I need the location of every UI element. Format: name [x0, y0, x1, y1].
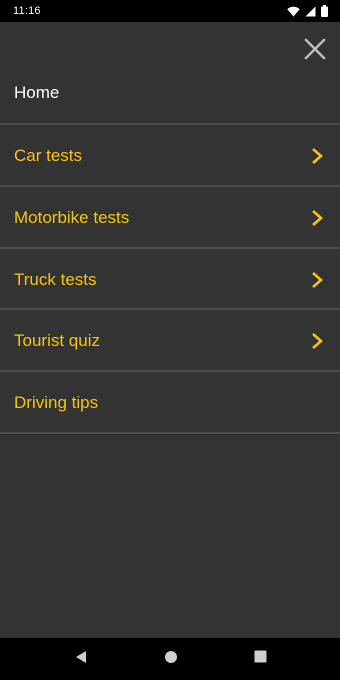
menu-item-truck-tests[interactable]: Truck tests — [0, 249, 340, 311]
battery-icon — [321, 5, 328, 17]
wifi-icon — [287, 6, 300, 17]
menu-item-tourist-quiz[interactable]: Tourist quiz — [0, 310, 340, 372]
menu-item-driving-tips[interactable]: Driving tips — [0, 372, 340, 434]
status-time: 11:16 — [13, 5, 41, 17]
menu-item-label: Home — [14, 83, 60, 102]
chevron-right-icon — [312, 333, 323, 349]
menu-item-car-tests[interactable]: Car tests — [0, 125, 340, 187]
close-button[interactable] — [302, 36, 328, 62]
menu-item-label: Tourist quiz — [14, 331, 100, 350]
chevron-right-icon — [312, 272, 323, 288]
signal-icon — [305, 6, 316, 17]
chevron-right-icon — [312, 210, 323, 226]
recents-icon — [254, 650, 266, 663]
status-bar: 11:16 — [0, 0, 340, 22]
menu-item-motorbike-tests[interactable]: Motorbike tests — [0, 187, 340, 249]
close-icon — [304, 38, 326, 60]
system-nav-bar — [0, 638, 340, 680]
menu-item-label: Car tests — [14, 146, 83, 165]
menu-item-home[interactable]: Home — [0, 62, 340, 124]
home-icon — [164, 650, 177, 663]
menu-item-label: Truck tests — [14, 270, 97, 289]
menu-item-label: Motorbike tests — [14, 208, 130, 227]
back-icon — [75, 650, 86, 663]
recents-button[interactable] — [254, 650, 267, 668]
navigation-drawer: Home Car tests Motorbike tests Truck tes… — [0, 22, 340, 638]
back-button[interactable] — [74, 650, 88, 669]
menu-item-label: Driving tips — [14, 393, 99, 412]
home-button[interactable] — [164, 650, 178, 669]
divider — [0, 432, 340, 434]
chevron-right-icon — [312, 148, 323, 164]
status-icons — [287, 0, 328, 22]
